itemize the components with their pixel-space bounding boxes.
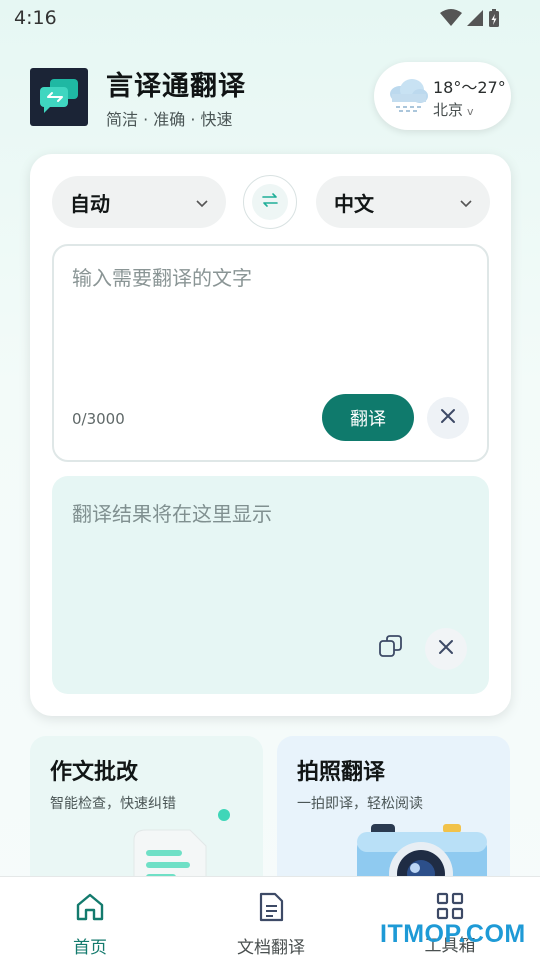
nav-document-translation-label: 文档翻译 bbox=[237, 938, 305, 958]
status-time: 4:16 bbox=[14, 7, 57, 29]
swap-languages-button[interactable] bbox=[243, 175, 297, 229]
nav-document-translation[interactable]: 文档翻译 bbox=[226, 891, 316, 958]
result-box: 翻译结果将在这里显示 bbox=[52, 476, 489, 694]
app-title: 言译通翻译 bbox=[106, 71, 246, 102]
close-icon bbox=[440, 408, 456, 428]
app-subtitle: 简洁 · 准确 · 快速 bbox=[106, 110, 233, 129]
essay-correction-card[interactable]: 作文批改 智能检查，快速纠错 bbox=[30, 736, 263, 896]
weather-city-selector[interactable]: 北京 v bbox=[433, 99, 474, 120]
target-language-select[interactable]: 中文 bbox=[316, 176, 490, 228]
nav-home-label: 首页 bbox=[73, 938, 107, 958]
translator-card: 自动 中文 0/3000 翻译 翻译结果 bbox=[30, 154, 511, 716]
source-text-input[interactable] bbox=[72, 262, 472, 382]
essay-correction-title: 作文批改 bbox=[50, 760, 139, 785]
clear-input-button[interactable] bbox=[427, 397, 469, 439]
document-icon bbox=[256, 891, 286, 927]
cloud-rain-icon bbox=[386, 76, 430, 120]
chat-translate-icon bbox=[36, 75, 82, 119]
copy-button[interactable] bbox=[375, 632, 407, 664]
photo-translation-title: 拍照翻译 bbox=[297, 760, 386, 785]
swap-icon bbox=[261, 192, 279, 212]
target-language-label: 中文 bbox=[334, 191, 374, 216]
source-language-select[interactable]: 自动 bbox=[52, 176, 226, 228]
weather-city-label: 北京 bbox=[433, 101, 464, 119]
status-bar: 4:16 bbox=[0, 0, 540, 36]
weather-widget[interactable]: 18°～27° 北京 v bbox=[374, 62, 511, 130]
nav-home[interactable]: 首页 bbox=[60, 891, 120, 958]
status-icons bbox=[440, 8, 500, 28]
chevron-down-icon bbox=[196, 193, 208, 212]
battery-charging-icon bbox=[488, 8, 500, 28]
photo-translation-card[interactable]: 拍照翻译 一拍即译，轻松阅读 bbox=[277, 736, 510, 896]
app-logo bbox=[30, 68, 88, 126]
character-count: 0/3000 bbox=[72, 410, 125, 428]
wifi-icon bbox=[440, 9, 462, 27]
photo-translation-description: 一拍即译，轻松阅读 bbox=[297, 796, 423, 812]
home-icon bbox=[74, 891, 106, 927]
copy-icon bbox=[378, 633, 404, 663]
watermark: ITMOP.COM bbox=[380, 920, 526, 948]
input-box: 0/3000 翻译 bbox=[52, 244, 489, 462]
close-icon bbox=[438, 639, 454, 659]
signal-icon bbox=[466, 9, 484, 27]
chevron-down-icon: v bbox=[467, 105, 474, 118]
weather-temperature: 18°～27° bbox=[433, 78, 506, 97]
source-language-label: 自动 bbox=[70, 191, 110, 216]
clear-result-button[interactable] bbox=[425, 628, 467, 670]
chevron-down-icon bbox=[460, 193, 472, 212]
result-placeholder: 翻译结果将在这里显示 bbox=[72, 502, 272, 526]
translate-button[interactable]: 翻译 bbox=[322, 394, 414, 441]
